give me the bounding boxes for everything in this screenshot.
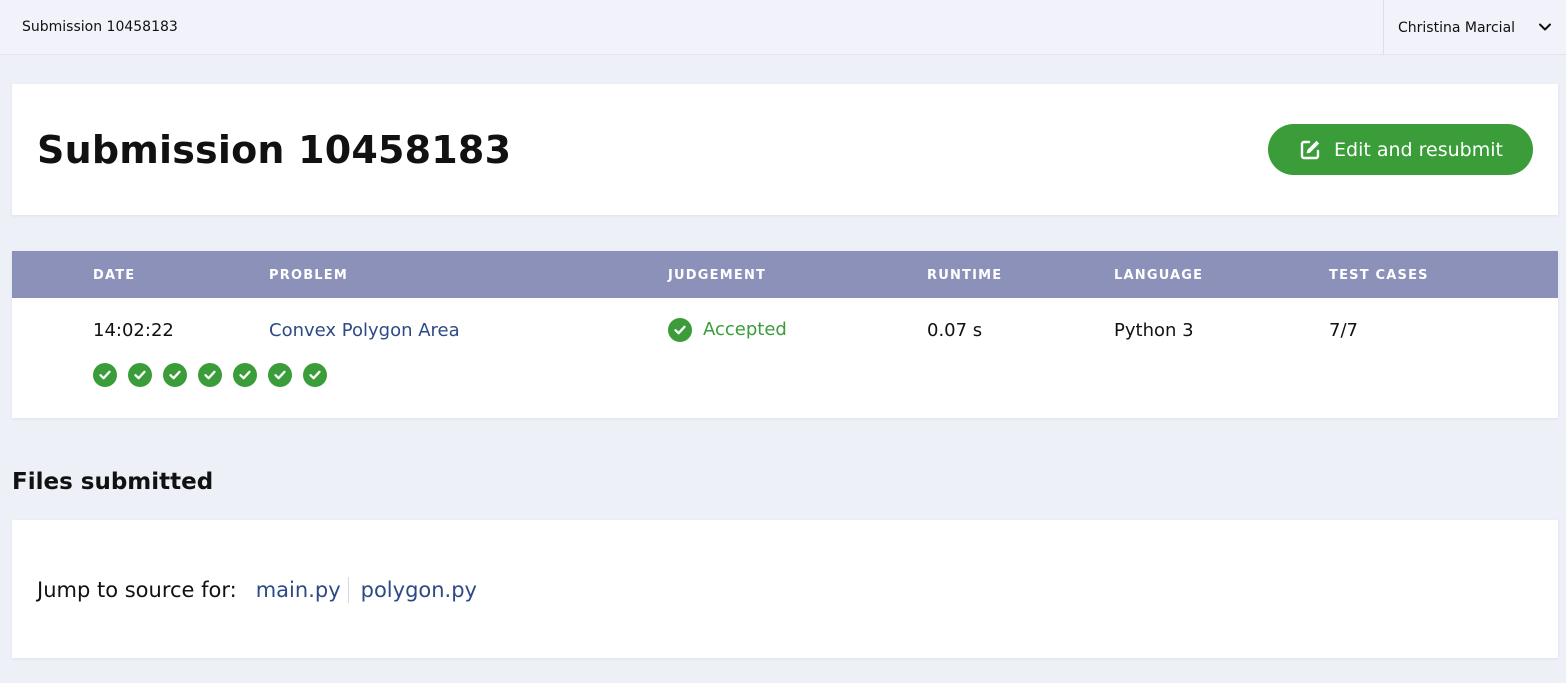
edit-and-resubmit-button[interactable]: Edit and resubmit [1268,124,1533,175]
test-case-4-check-icon[interactable] [198,363,222,387]
submission-date: 14:02:22 [93,320,174,341]
jump-label: Jump to source for: [37,578,237,602]
page-title: Submission 10458183 [37,128,512,172]
test-case-results [93,363,327,387]
column-header-language: LANGUAGE [1114,268,1204,283]
judgement-label: Accepted [703,319,787,340]
resubmit-label: Edit and resubmit [1334,138,1503,161]
user-menu[interactable]: Christina Marcial [1383,0,1566,55]
test-cases-value: 7/7 [1329,320,1358,341]
column-header-judgement: JUDGEMENT [668,268,767,283]
runtime-value: 0.07 s [927,320,983,341]
column-header-runtime: RUNTIME [927,268,1003,283]
files-submitted-heading: Files submitted [12,469,214,495]
language-value: Python 3 [1114,320,1194,341]
column-header-test-cases: TEST CASES [1329,268,1429,283]
column-header-date: DATE [93,268,136,283]
test-case-2-check-icon[interactable] [128,363,152,387]
submission-header-card: Submission 10458183 Edit and resubmit [12,84,1558,215]
problem-link[interactable]: Convex Polygon Area [269,319,460,343]
chevron-down-icon[interactable] [1538,20,1552,34]
jump-to-source: Jump to source for: main.py polygon.py [37,576,477,604]
edit-icon [1300,140,1320,159]
submission-table: DATE PROBLEM JUDGEMENT RUNTIME LANGUAGE … [12,251,1558,418]
top-bar: Submission 10458183 Christina Marcial [0,0,1566,55]
files-submitted-card: Jump to source for: main.py polygon.py [12,520,1558,658]
table-header: DATE PROBLEM JUDGEMENT RUNTIME LANGUAGE … [12,251,1558,298]
breadcrumb: Submission 10458183 [22,19,178,35]
test-case-7-check-icon[interactable] [303,363,327,387]
judgement-status: Accepted [668,318,787,342]
test-case-6-check-icon[interactable] [268,363,292,387]
divider [347,577,349,603]
check-circle-icon [668,318,692,342]
file-link-polygon-py[interactable]: polygon.py [361,576,477,604]
user-name: Christina Marcial [1398,19,1516,36]
file-link-main-py[interactable]: main.py [256,576,341,604]
test-case-5-check-icon[interactable] [233,363,257,387]
column-header-problem: PROBLEM [269,268,348,283]
test-case-1-check-icon[interactable] [93,363,117,387]
test-case-3-check-icon[interactable] [163,363,187,387]
